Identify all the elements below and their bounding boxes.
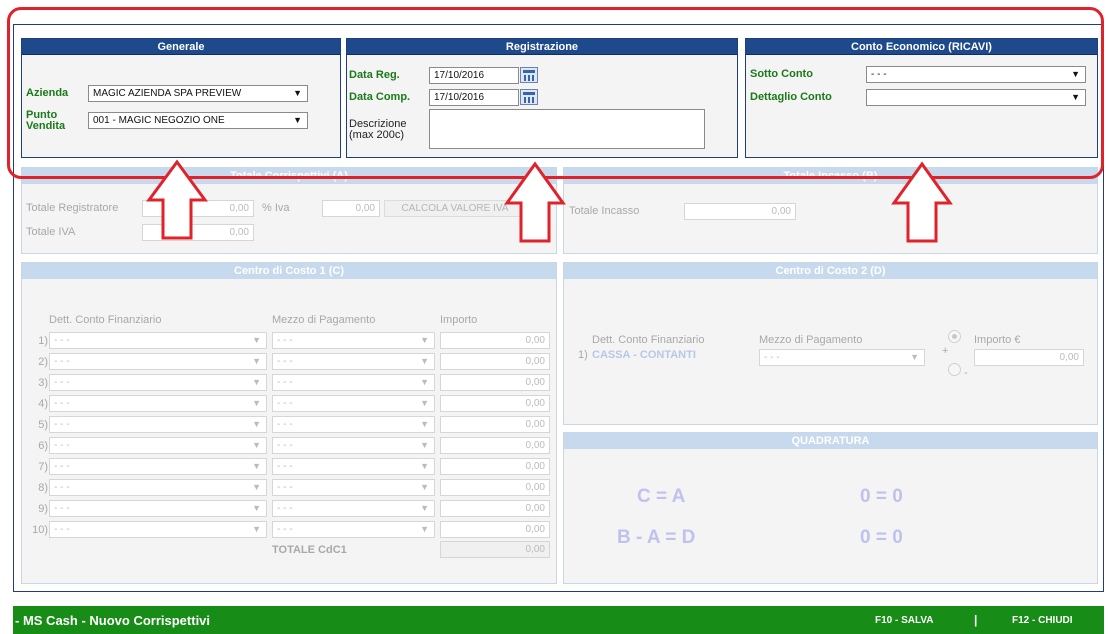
up-arrow-annotation (146, 159, 208, 240)
chiudi-button[interactable]: F12 - CHIUDI (1012, 615, 1073, 626)
footer-separator: | (974, 613, 978, 627)
footer-title: - MS Cash - Nuovo Corrispettivi (15, 613, 211, 628)
footer-bar: - MS Cash - Nuovo Corrispettivi F10 - SA… (13, 606, 1104, 634)
up-arrow-annotation (504, 161, 566, 243)
up-arrow-annotation (891, 161, 953, 243)
annotation-arrows (146, 159, 953, 243)
salva-button[interactable]: F10 - SALVA (875, 615, 934, 626)
